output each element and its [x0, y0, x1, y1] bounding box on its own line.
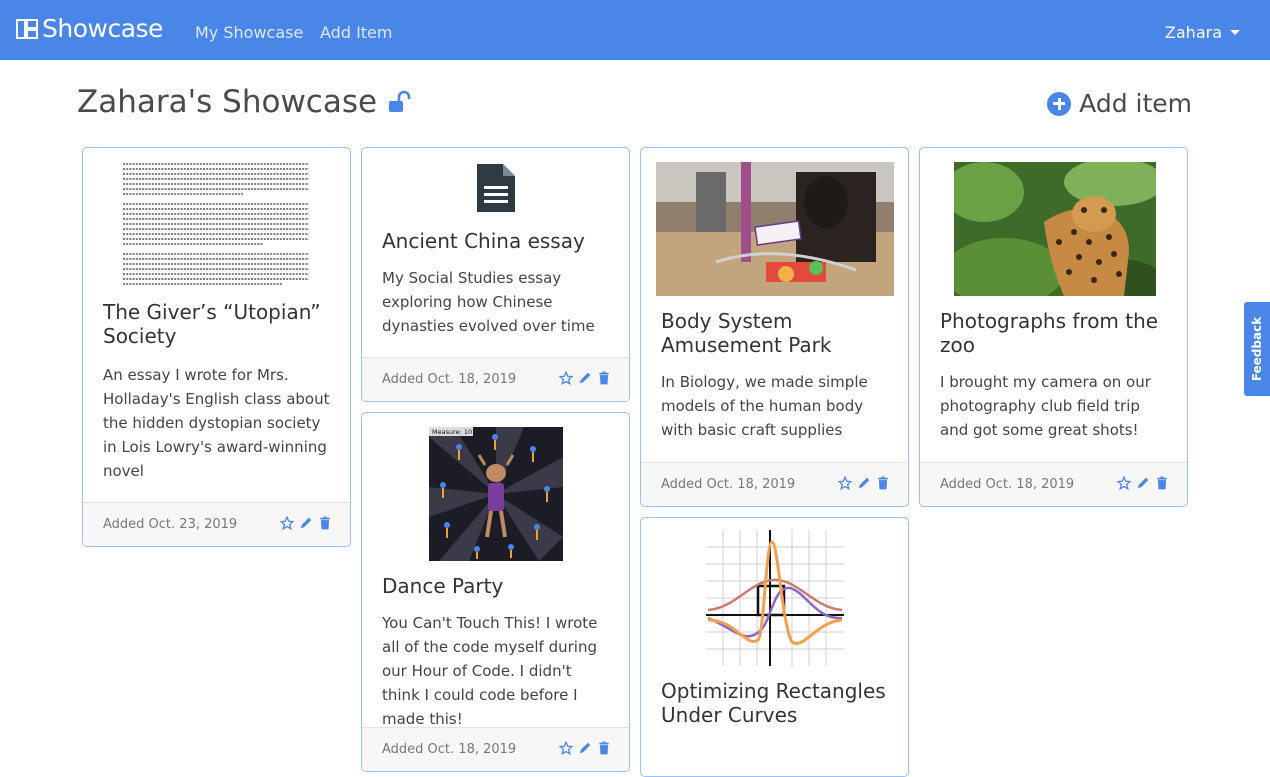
card-date: Added Oct. 18, 2019 — [661, 477, 796, 492]
card-date: Added Oct. 18, 2019 — [382, 742, 517, 757]
showcase-card[interactable]: Optimizing Rectangles Under Curves — [640, 517, 909, 777]
trash-icon[interactable] — [318, 516, 332, 530]
card-footer: Added Oct. 18, 2019 — [362, 727, 629, 771]
card-actions — [559, 741, 611, 755]
nav-add-item[interactable]: Add Item — [320, 23, 392, 42]
pencil-icon[interactable] — [578, 741, 592, 755]
trash-icon[interactable] — [597, 371, 611, 385]
star-icon[interactable] — [559, 371, 573, 385]
card-actions — [838, 476, 890, 490]
card-title[interactable]: Optimizing Rectangles Under Curves — [661, 679, 894, 727]
file-text-icon — [477, 164, 515, 212]
pencil-icon[interactable] — [1136, 476, 1150, 490]
top-navbar: Showcase My Showcase Add Item Zahara — [0, 0, 1270, 60]
card-description: I brought my camera on our photography c… — [940, 373, 1151, 439]
pencil-icon[interactable] — [299, 516, 313, 530]
feedback-tab[interactable]: Feedback — [1244, 302, 1270, 396]
star-icon[interactable] — [559, 741, 573, 755]
card-footer: Added Oct. 18, 2019 — [920, 462, 1187, 506]
showcase-card[interactable]: Measure: 10 Dance Party You Can't Touch … — [361, 412, 630, 772]
jaguar-photo — [954, 162, 1156, 296]
card-title[interactable]: Dance Party — [382, 574, 615, 598]
classroom-photo — [656, 162, 894, 296]
caret-down-icon — [1230, 30, 1240, 35]
card-title[interactable]: Ancient China essay — [382, 229, 615, 253]
showcase-card[interactable]: Ancient China essay My Social Studies es… — [361, 147, 630, 402]
page-title-text: Zahara's Showcase — [77, 84, 378, 120]
page-title: Zahara's Showcase — [77, 84, 411, 120]
pencil-icon[interactable] — [857, 476, 871, 490]
star-icon[interactable] — [280, 516, 294, 530]
card-date: Added Oct. 23, 2019 — [103, 517, 238, 532]
curve-graph-thumbnail — [706, 530, 844, 666]
document-thumbnail — [123, 163, 309, 285]
showcase-card[interactable]: The Giver’s “Utopian” Society An essay I… — [82, 147, 351, 547]
trash-icon[interactable] — [1155, 476, 1169, 490]
dance-party-thumbnail: Measure: 10 — [429, 427, 563, 561]
trash-icon[interactable] — [597, 741, 611, 755]
brand-name: Showcase — [42, 14, 163, 43]
plus-circle-icon — [1047, 91, 1072, 116]
card-description: You Can't Touch This! I wrote all of the… — [382, 614, 598, 728]
pencil-icon[interactable] — [578, 371, 592, 385]
user-menu[interactable]: Zahara — [1165, 23, 1240, 42]
card-description: In Biology, we made simple models of the… — [661, 373, 868, 439]
card-title[interactable]: Body System Amusement Park — [661, 309, 894, 357]
thumbnail-caption: Measure: 10 — [432, 428, 472, 436]
card-footer: Added Oct. 18, 2019 — [362, 357, 629, 401]
card-description: An essay I wrote for Mrs. Holladay's Eng… — [103, 366, 330, 480]
add-item-button[interactable]: Add item — [1047, 89, 1192, 118]
unlock-icon[interactable] — [387, 90, 411, 114]
card-actions — [1117, 476, 1169, 490]
card-footer: Added Oct. 18, 2019 — [641, 462, 908, 506]
showcase-card[interactable]: Photographs from the zoo I brought my ca… — [919, 147, 1188, 507]
showcase-card[interactable]: Body System Amusement Park In Biology, w… — [640, 147, 909, 507]
card-description: My Social Studies essay exploring how Ch… — [382, 269, 595, 335]
add-item-label: Add item — [1079, 89, 1192, 118]
card-title[interactable]: Photographs from the zoo — [940, 309, 1173, 357]
star-icon[interactable] — [838, 476, 852, 490]
trash-icon[interactable] — [876, 476, 890, 490]
card-footer: Added Oct. 23, 2019 — [83, 502, 350, 546]
card-date: Added Oct. 18, 2019 — [382, 372, 517, 387]
star-icon[interactable] — [1117, 476, 1131, 490]
card-actions — [280, 516, 332, 530]
user-name: Zahara — [1164, 23, 1222, 42]
card-date: Added Oct. 18, 2019 — [940, 477, 1075, 492]
card-actions — [559, 371, 611, 385]
showcase-logo-icon — [16, 18, 38, 39]
card-title[interactable]: The Giver’s “Utopian” Society — [103, 300, 336, 348]
feedback-label: Feedback — [1250, 316, 1265, 382]
nav-my-showcase[interactable]: My Showcase — [195, 23, 303, 42]
brand[interactable]: Showcase — [16, 14, 163, 43]
